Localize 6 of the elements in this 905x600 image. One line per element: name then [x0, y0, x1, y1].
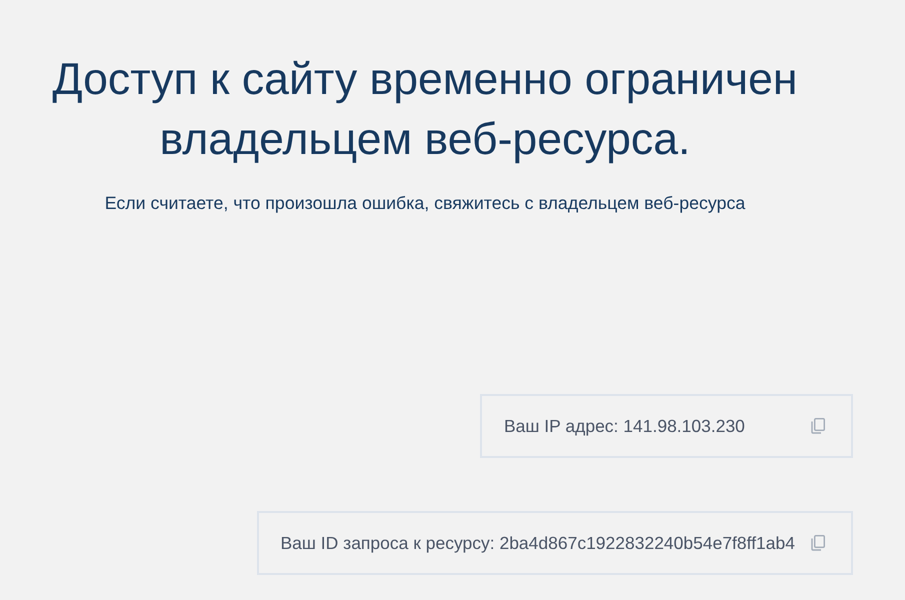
copy-icon[interactable]: [811, 535, 825, 551]
page-heading: Доступ к сайту временно ограничен владельцем веб-ресурса.: [51, 54, 799, 166]
error-message: Если считаете, что произошла ошибка, свяжитесь с владельцем веб-ресурса: [104, 192, 746, 214]
info-text: Ваш IP адрес: 141.98.103.230: [504, 414, 745, 438]
copy-icon[interactable]: [811, 418, 825, 434]
info-text: Ваш ID запроса к ресурсу: 2ba4d867c1922832240b54e7f8ff1ab4: [280, 532, 795, 555]
